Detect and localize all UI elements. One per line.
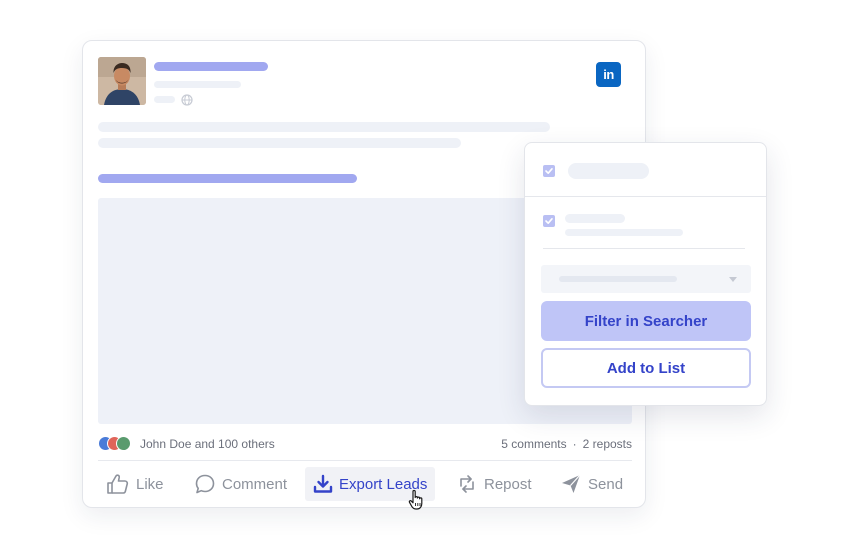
panel-divider-2 [543,248,745,249]
stats-separator: · [572,437,577,451]
post-highlight-placeholder [98,174,357,183]
linkedin-icon[interactable]: in [596,62,621,87]
send-label: Send [588,475,624,493]
celebrate-reaction-icon [116,436,131,451]
checkbox-option-2[interactable] [543,215,555,227]
send-button[interactable]: Send [560,467,623,501]
export-options-panel: Filter in Searcher Add to List [524,142,767,406]
post-text-line-2 [98,138,461,148]
reactions-text[interactable]: John Doe and 100 others [140,437,275,451]
send-icon [562,474,581,493]
checkbox-option-1[interactable] [543,165,555,177]
hand-cursor-icon [408,489,423,510]
post-text-line-1 [98,122,550,132]
reactions-row: John Doe and 100 others 5 comments · 2 rep… [98,434,632,454]
author-headline-placeholder [154,81,241,88]
list-select[interactable] [541,265,751,293]
repost-icon [460,475,474,493]
repost-label: Repost [484,475,532,493]
reaction-icons[interactable] [98,436,138,452]
author-name-placeholder [154,62,268,71]
checkmark-icon [545,168,553,174]
option-1-placeholder [568,163,649,179]
thumbs-up-icon [107,474,129,494]
repost-button[interactable]: Repost [456,467,532,501]
action-divider [98,460,632,461]
like-button[interactable]: Like [106,467,164,501]
action-bar: Like Comment Export Leads Repost Send [98,465,632,503]
chevron-down-icon [729,277,737,282]
add-to-list-button[interactable]: Add to List [541,348,751,388]
panel-divider-1 [525,196,766,197]
comment-icon [195,474,215,494]
checkmark-icon [545,218,553,224]
comment-button[interactable]: Comment [194,467,287,501]
post-time-placeholder [154,96,175,103]
avatar[interactable] [98,57,146,105]
option-2-title-placeholder [565,214,625,223]
globe-icon [181,94,193,106]
option-2-subtitle-placeholder [565,229,683,236]
reposts-count[interactable]: 2 reposts [583,437,632,451]
filter-in-searcher-button[interactable]: Filter in Searcher [541,301,751,341]
like-label: Like [136,475,164,493]
comment-label: Comment [222,475,288,493]
comments-count[interactable]: 5 comments [501,437,566,451]
select-value-placeholder [559,276,677,282]
download-icon [313,474,333,493]
post-stats: 5 comments · 2 reposts [501,437,632,451]
